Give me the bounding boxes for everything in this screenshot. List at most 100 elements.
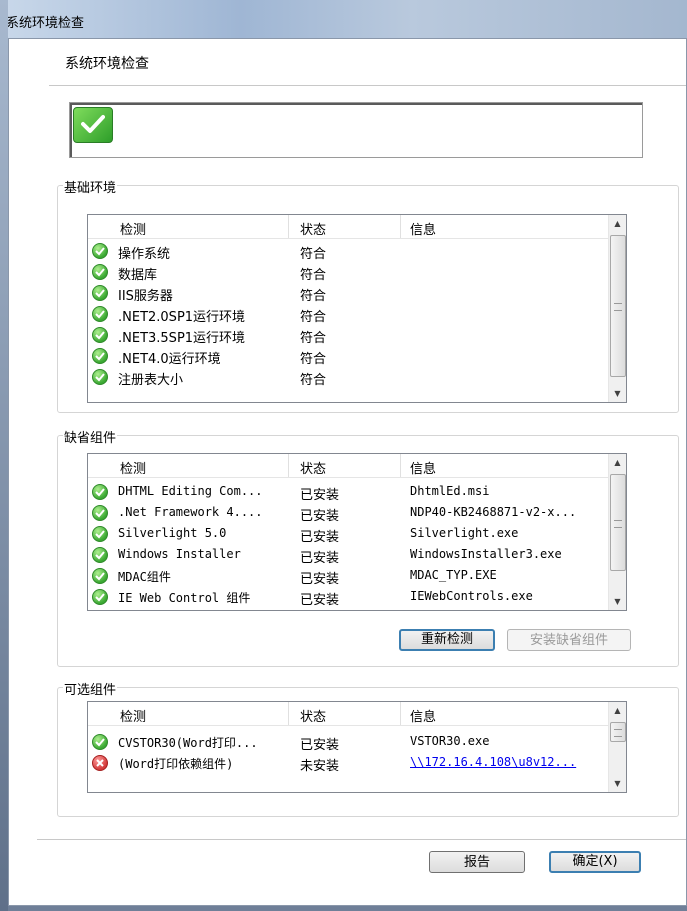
col-check[interactable]: 检测 <box>120 706 146 725</box>
item-name: .NET4.0运行环境 <box>118 352 221 367</box>
item-info: NDP40-KB2468871-v2-x... <box>410 505 577 519</box>
scroll-thumb[interactable] <box>610 235 626 377</box>
check-icon <box>92 285 108 301</box>
list-header: 检测 状态 信息 <box>88 702 609 726</box>
check-icon <box>92 568 108 584</box>
item-status: 符合 <box>300 373 327 388</box>
basic-env-label: 基础环境 <box>63 177 118 196</box>
item-status: 符合 <box>300 331 327 346</box>
window-frame-left <box>0 0 8 911</box>
list-item[interactable]: .NET4.0运行环境 符合 <box>88 346 609 367</box>
ok-button[interactable]: 确定(X) <box>549 851 641 873</box>
dialog-body: 系统环境检查 基础环境 检测 状态 信息 操作系统 符合 数据库 符合 IIS服… <box>8 38 687 906</box>
list-item[interactable]: IIS服务器 符合 <box>88 283 609 304</box>
column-separator[interactable] <box>288 215 289 238</box>
scrollbar[interactable]: ▲ ▼ <box>608 454 626 610</box>
item-name: IE Web Control 组件 <box>118 591 251 605</box>
scrollbar[interactable]: ▲ ▼ <box>608 215 626 402</box>
item-status: 符合 <box>300 247 327 262</box>
window-title: 系统环境检查 <box>6 16 85 31</box>
list-item[interactable]: 注册表大小 符合 <box>88 367 609 388</box>
col-info[interactable]: 信息 <box>410 458 436 477</box>
col-check[interactable]: 检测 <box>120 458 146 477</box>
item-name: Silverlight 5.0 <box>118 526 227 540</box>
check-icon <box>92 243 108 259</box>
item-status: 符合 <box>300 289 327 304</box>
list-item[interactable]: Silverlight 5.0 已安装 Silverlight.exe <box>88 524 609 545</box>
scroll-down-icon[interactable]: ▼ <box>609 593 626 610</box>
dialog-window: 系统环境检查 系统环境检查 基础环境 检测 状态 信息 操作系统 符合 数据库 … <box>0 0 687 911</box>
check-icon <box>92 264 108 280</box>
recheck-button[interactable]: 重新检测 <box>399 629 495 651</box>
check-icon <box>92 484 108 500</box>
col-status[interactable]: 状态 <box>300 458 326 477</box>
list-item[interactable]: DHTML Editing Com... 已安装 DhtmlEd.msi <box>88 482 609 503</box>
item-info: IEWebControls.exe <box>410 589 533 603</box>
default-components-list[interactable]: 检测 状态 信息 DHTML Editing Com... 已安装 DhtmlE… <box>87 453 627 611</box>
list-item[interactable]: 数据库 符合 <box>88 262 609 283</box>
check-icon <box>92 306 108 322</box>
list-item[interactable]: (Word打印依赖组件) 未安装 \\172.16.4.108\u8v12... <box>88 753 609 774</box>
scroll-down-icon[interactable]: ▼ <box>609 385 626 402</box>
check-icon <box>92 526 108 542</box>
list-item[interactable]: MDAC组件 已安装 MDAC_TYP.EXE <box>88 566 609 587</box>
divider <box>37 839 686 840</box>
error-icon <box>92 755 108 771</box>
report-button[interactable]: 报告 <box>429 851 525 873</box>
title-bar[interactable]: 系统环境检查 <box>0 0 687 38</box>
scroll-thumb[interactable] <box>610 722 626 742</box>
default-components-label: 缺省组件 <box>63 427 118 446</box>
item-name: .NET2.0SP1运行环境 <box>118 310 246 325</box>
check-icon <box>92 547 108 563</box>
item-status: 符合 <box>300 352 327 367</box>
col-status[interactable]: 状态 <box>300 706 326 725</box>
optional-components-list[interactable]: 检测 状态 信息 CVSTOR30(Word打印... 已安装 VSTOR30.… <box>87 701 627 793</box>
item-name: Windows Installer <box>118 547 241 561</box>
item-status: 已安装 <box>300 488 340 503</box>
item-info: MDAC_TYP.EXE <box>410 568 497 582</box>
install-link[interactable]: \\172.16.4.108\u8v12... <box>410 755 576 769</box>
item-status: 符合 <box>300 310 327 325</box>
install-default-components-button[interactable]: 安装缺省组件 <box>507 629 631 651</box>
item-name: MDAC组件 <box>118 570 171 584</box>
check-icon <box>92 589 108 605</box>
item-name: IIS服务器 <box>118 289 173 304</box>
list-item[interactable]: Windows Installer 已安装 WindowsInstaller3.… <box>88 545 609 566</box>
item-status: 已安装 <box>300 551 340 566</box>
item-info: VSTOR30.exe <box>410 734 490 748</box>
list-item[interactable]: 操作系统 符合 <box>88 241 609 262</box>
item-name: .Net Framework 4.... <box>118 505 263 519</box>
list-item[interactable]: .Net Framework 4.... 已安装 NDP40-KB2468871… <box>88 503 609 524</box>
item-name: DHTML Editing Com... <box>118 484 263 498</box>
col-status[interactable]: 状态 <box>300 219 326 238</box>
item-name: (Word打印依赖组件) <box>118 757 234 771</box>
column-separator[interactable] <box>288 702 289 725</box>
column-separator[interactable] <box>288 454 289 477</box>
column-separator[interactable] <box>400 215 401 238</box>
column-separator[interactable] <box>400 702 401 725</box>
list-header: 检测 状态 信息 <box>88 454 609 478</box>
list-header: 检测 状态 信息 <box>88 215 609 239</box>
item-info: DhtmlEd.msi <box>410 484 490 498</box>
list-item[interactable]: IE Web Control 组件 已安装 IEWebControls.exe <box>88 587 609 608</box>
scroll-thumb[interactable] <box>610 474 626 571</box>
item-status: 已安装 <box>300 530 340 545</box>
item-name: 操作系统 <box>118 247 171 262</box>
item-info: WindowsInstaller3.exe <box>410 547 562 561</box>
page-title: 系统环境检查 <box>65 56 149 72</box>
list-item[interactable]: .NET3.5SP1运行环境 符合 <box>88 325 609 346</box>
column-separator[interactable] <box>400 454 401 477</box>
col-info[interactable]: 信息 <box>410 219 436 238</box>
scroll-up-icon[interactable]: ▲ <box>609 215 626 232</box>
col-check[interactable]: 检测 <box>120 219 146 238</box>
scrollbar[interactable]: ▲ ▼ <box>608 702 626 792</box>
basic-env-list[interactable]: 检测 状态 信息 操作系统 符合 数据库 符合 IIS服务器 符合 .NET2.… <box>87 214 627 403</box>
col-info[interactable]: 信息 <box>410 706 436 725</box>
item-status: 已安装 <box>300 572 340 587</box>
scroll-down-icon[interactable]: ▼ <box>609 775 626 792</box>
scroll-up-icon[interactable]: ▲ <box>609 454 626 471</box>
scroll-up-icon[interactable]: ▲ <box>609 702 626 719</box>
list-item[interactable]: .NET2.0SP1运行环境 符合 <box>88 304 609 325</box>
divider <box>49 85 686 86</box>
list-item[interactable]: CVSTOR30(Word打印... 已安装 VSTOR30.exe <box>88 732 609 753</box>
